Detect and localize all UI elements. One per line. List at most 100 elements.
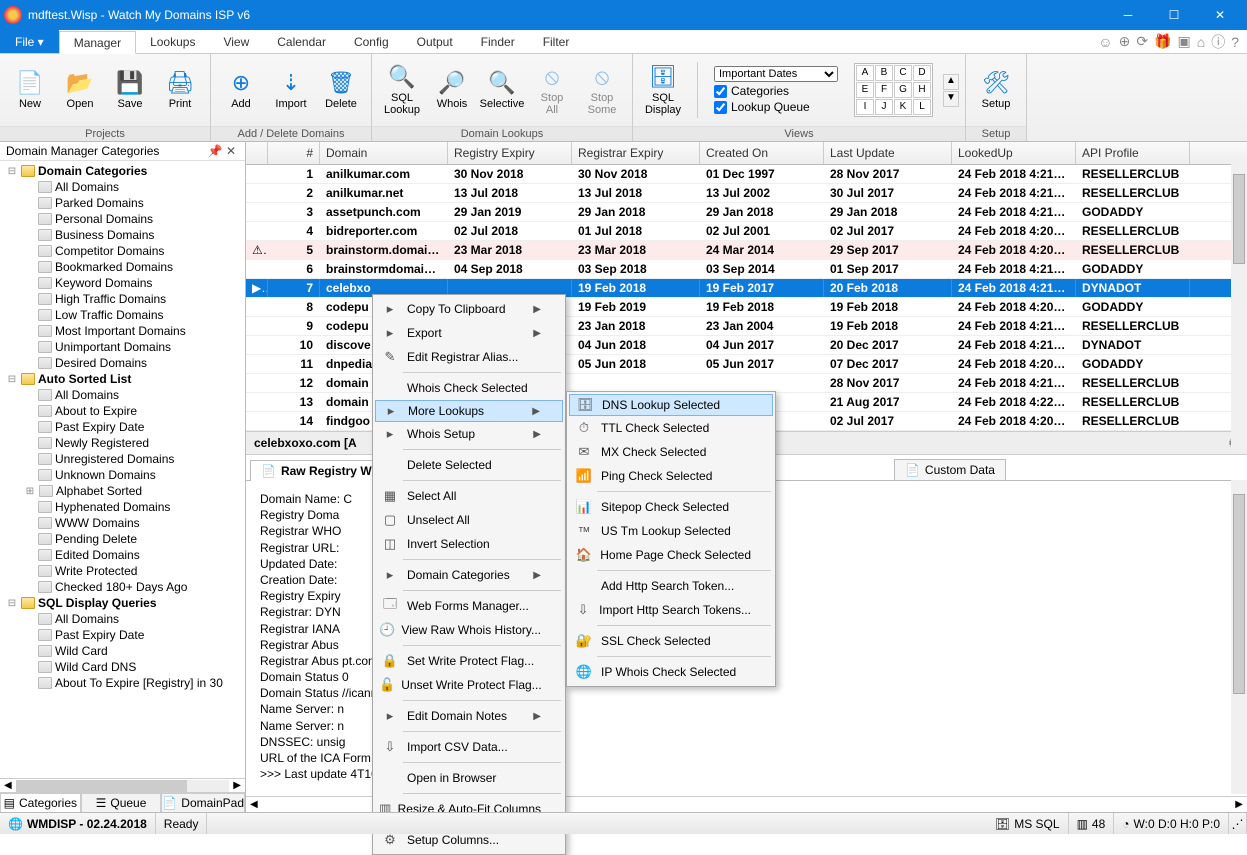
- gift-icon[interactable]: 🎁: [1154, 33, 1171, 50]
- menu-item-set-write-protect-flag-[interactable]: 🔒Set Write Protect Flag...: [375, 649, 563, 673]
- tree-item[interactable]: Most Important Domains: [4, 323, 245, 339]
- menu-config[interactable]: Config: [340, 30, 403, 53]
- menu-item-edit-domain-notes[interactable]: ▸Edit Domain Notes▶: [375, 704, 563, 728]
- menu-item-web-forms-manager-[interactable]: 🗔Web Forms Manager...: [375, 594, 563, 618]
- import-button[interactable]: ⇣Import: [267, 59, 315, 121]
- tree-item[interactable]: Unimportant Domains: [4, 339, 245, 355]
- sql-lookup-button[interactable]: 🔍SQLLookup: [378, 59, 426, 121]
- tree-item[interactable]: Edited Domains: [4, 547, 245, 563]
- menu-item-ssl-check-selected[interactable]: 🔐SSL Check Selected: [569, 629, 773, 653]
- lookup-queue-checkbox[interactable]: Lookup Queue: [714, 100, 838, 114]
- letter-C[interactable]: C: [894, 65, 912, 81]
- tree-item[interactable]: Unknown Domains: [4, 467, 245, 483]
- menu-item-ping-check-selected[interactable]: 📶Ping Check Selected: [569, 464, 773, 488]
- sidebar-tab-domainpad[interactable]: 📄DomainPad: [161, 793, 245, 812]
- menu-file[interactable]: File ▾: [0, 30, 59, 53]
- setup-button[interactable]: 🛠Setup: [972, 59, 1020, 121]
- detail-hscroll-left-icon[interactable]: ◀: [246, 799, 262, 810]
- menu-calendar[interactable]: Calendar: [263, 30, 340, 53]
- tree-item[interactable]: Parked Domains: [4, 195, 245, 211]
- whois-button[interactable]: 🔎Whois: [428, 59, 476, 121]
- menu-item-sitepop-check-selected[interactable]: 📊Sitepop Check Selected: [569, 495, 773, 519]
- add-button[interactable]: ⊕Add: [217, 59, 265, 121]
- col-header[interactable]: Domain: [320, 142, 448, 164]
- tree-item[interactable]: Wild Card DNS: [4, 659, 245, 675]
- detail-tab-raw-whois[interactable]: 📄Raw Registry Wh: [250, 460, 390, 481]
- detail-hscroll-right-icon[interactable]: ▶: [1231, 799, 1247, 810]
- letter-B[interactable]: B: [875, 65, 893, 81]
- table-row[interactable]: 3assetpunch.com29 Jan 201929 Jan 201829 …: [246, 203, 1247, 222]
- menu-item-more-lookups[interactable]: ▸More Lookups▶: [375, 400, 563, 422]
- menu-item-import-http-search-tokens-[interactable]: ⇩Import Http Search Tokens...: [569, 598, 773, 622]
- sidebar-tab-queue[interactable]: ☰Queue: [81, 793, 162, 812]
- col-header[interactable]: [246, 142, 268, 164]
- tree-root[interactable]: ⊟Auto Sorted List: [4, 371, 245, 387]
- letter-H[interactable]: H: [913, 82, 931, 98]
- tree-item[interactable]: Keyword Domains: [4, 275, 245, 291]
- context-menu-main[interactable]: ▸Copy To Clipboard▶▸Export▶✎Edit Registr…: [372, 294, 566, 855]
- sql-display-button[interactable]: 🗄SQL Display: [639, 59, 687, 121]
- menu-item-home-page-check-selected[interactable]: 🏠Home Page Check Selected: [569, 543, 773, 567]
- sidebar-tab-categories[interactable]: ▤Categories: [0, 793, 81, 812]
- menu-item-view-raw-whois-history-[interactable]: 🕘View Raw Whois History...: [375, 618, 563, 642]
- hscroll-thumb[interactable]: [16, 780, 187, 792]
- menu-item-domain-categories[interactable]: ▸Domain Categories▶: [375, 563, 563, 587]
- new-button[interactable]: 📄New: [6, 59, 54, 121]
- menu-item-whois-check-selected[interactable]: Whois Check Selected: [375, 376, 563, 400]
- col-header[interactable]: Last Update: [824, 142, 952, 164]
- tree-item[interactable]: Unregistered Domains: [4, 451, 245, 467]
- letter-K[interactable]: K: [894, 99, 912, 115]
- col-header[interactable]: Registrar Expiry: [572, 142, 700, 164]
- save-button[interactable]: 💾Save: [106, 59, 154, 121]
- grid-vscroll[interactable]: [1231, 160, 1247, 450]
- help-icon[interactable]: ?: [1231, 34, 1239, 50]
- menu-item-open-in-browser[interactable]: Open in Browser: [375, 766, 563, 790]
- menu-item-us-tm-lookup-selected[interactable]: ™US Tm Lookup Selected: [569, 519, 773, 543]
- tree-item[interactable]: All Domains: [4, 387, 245, 403]
- tree-item[interactable]: Low Traffic Domains: [4, 307, 245, 323]
- tree-item[interactable]: About to Expire: [4, 403, 245, 419]
- menu-item-export[interactable]: ▸Export▶: [375, 321, 563, 345]
- tree-item[interactable]: Write Protected: [4, 563, 245, 579]
- maximize-button[interactable]: ☐: [1151, 0, 1197, 30]
- status-resize-grip[interactable]: ⋰: [1229, 813, 1247, 834]
- col-header[interactable]: Registry Expiry: [448, 142, 572, 164]
- grid-up-icon[interactable]: ▲: [943, 74, 959, 90]
- tree-item[interactable]: Personal Domains: [4, 211, 245, 227]
- menu-item-delete-selected[interactable]: Delete Selected: [375, 453, 563, 477]
- letter-A[interactable]: A: [856, 65, 874, 81]
- tree-root[interactable]: ⊟Domain Categories: [4, 163, 245, 179]
- tree-item[interactable]: Competitor Domains: [4, 243, 245, 259]
- grid-down-icon[interactable]: ▼: [943, 91, 959, 107]
- tree-item[interactable]: ⊞Alphabet Sorted: [4, 483, 245, 499]
- tree-item[interactable]: Pending Delete: [4, 531, 245, 547]
- tree-item[interactable]: WWW Domains: [4, 515, 245, 531]
- close-button[interactable]: ✕: [1197, 0, 1243, 30]
- col-header[interactable]: LookedUp: [952, 142, 1076, 164]
- table-row[interactable]: 6brainstormdomain…04 Sep 201803 Sep 2018…: [246, 260, 1247, 279]
- menu-item-add-http-search-token-[interactable]: Add Http Search Token...: [569, 574, 773, 598]
- grid-header[interactable]: #DomainRegistry ExpiryRegistrar ExpiryCr…: [246, 142, 1247, 165]
- menu-output[interactable]: Output: [403, 30, 467, 53]
- box-icon[interactable]: ▣: [1178, 33, 1191, 50]
- selective-button[interactable]: 🔍Selective: [478, 59, 526, 121]
- globe-icon[interactable]: ⊕: [1119, 33, 1131, 50]
- tree-item[interactable]: Checked 180+ Days Ago: [4, 579, 245, 595]
- letter-F[interactable]: F: [875, 82, 893, 98]
- detail-vscroll[interactable]: [1231, 480, 1247, 794]
- table-row[interactable]: 4bidreporter.com02 Jul 201801 Jul 201802…: [246, 222, 1247, 241]
- menu-item-whois-setup[interactable]: ▸Whois Setup▶: [375, 422, 563, 446]
- menu-item-invert-selection[interactable]: ◫Invert Selection: [375, 532, 563, 556]
- pin-icon[interactable]: 📌: [207, 144, 223, 158]
- minimize-button[interactable]: ─: [1105, 0, 1151, 30]
- tree-item[interactable]: High Traffic Domains: [4, 291, 245, 307]
- tree-root[interactable]: ⊟SQL Display Queries: [4, 595, 245, 611]
- letter-J[interactable]: J: [875, 99, 893, 115]
- views-dropdown[interactable]: Important Dates: [714, 66, 838, 82]
- refresh-icon[interactable]: ⟳: [1136, 33, 1148, 50]
- menu-item-select-all[interactable]: ▦Select All: [375, 484, 563, 508]
- menu-item-edit-registrar-alias-[interactable]: ✎Edit Registrar Alias...: [375, 345, 563, 369]
- menu-item-unselect-all[interactable]: ▢Unselect All: [375, 508, 563, 532]
- detail-tab-custom-data[interactable]: 📄Custom Data: [894, 459, 1006, 480]
- category-tree[interactable]: ⊟Domain Categories All Domains Parked Doma…: [0, 161, 245, 778]
